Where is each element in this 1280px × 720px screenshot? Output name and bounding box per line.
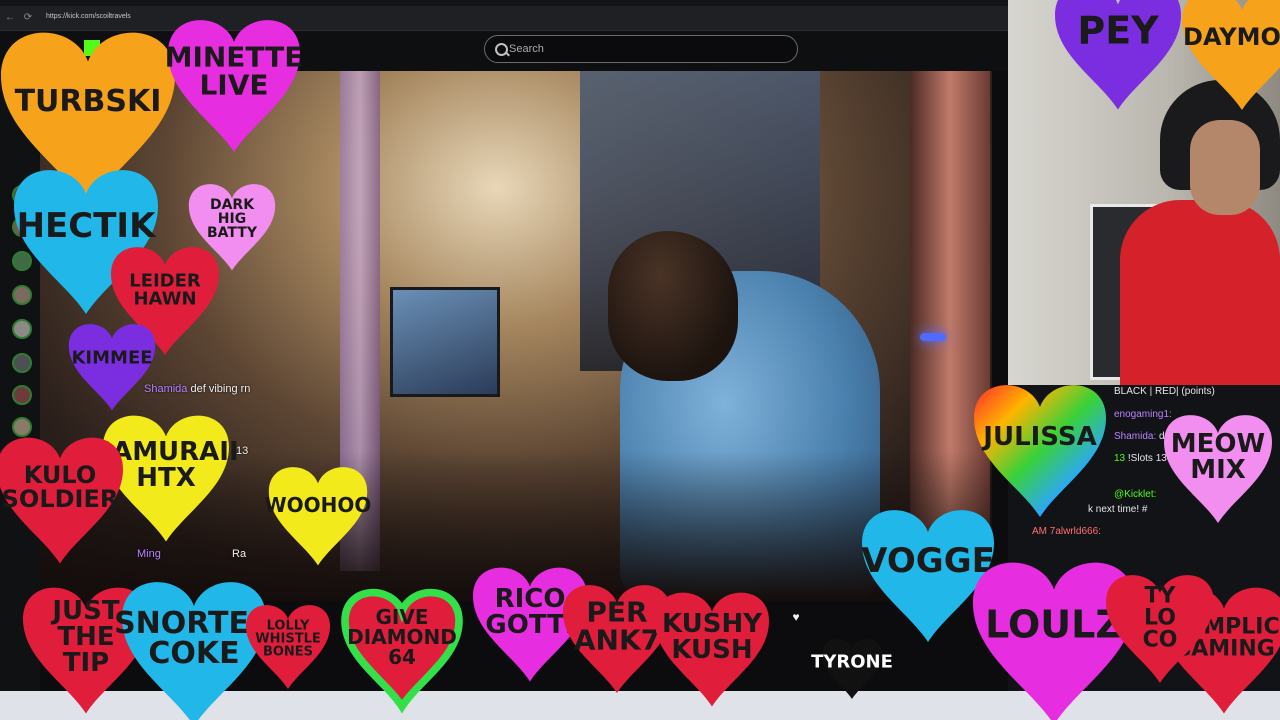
heart-shape	[822, 639, 882, 699]
webcam-face	[1190, 120, 1260, 215]
chat-panel: BLACK | RED| (points) enogaming1: Shamid…	[1008, 385, 1280, 701]
heart-shape	[246, 605, 330, 689]
address-bar[interactable]: https://kick.com/scoiltravels	[46, 10, 646, 24]
chat-message: k next time! #	[1088, 504, 1147, 515]
chat-text: def	[1156, 431, 1173, 442]
browser-toolbar: ← ⟳ https://kick.com/scoiltravels	[0, 0, 1008, 31]
channel-avatar[interactable]	[12, 185, 32, 205]
overlay-chat-line: Ra	[232, 548, 246, 560]
heart-kushy-kush: KUSHY KUSH	[655, 592, 769, 707]
heart-give-diamond-64: GIVE DIAMOND 64	[345, 593, 459, 707]
chat-message: Shamida: def	[1114, 431, 1173, 442]
channel-avatar[interactable]	[12, 319, 32, 339]
webcam-red-shirt	[1120, 200, 1280, 385]
search-placeholder: Search	[509, 43, 544, 55]
chat-message: enogaming1:	[1114, 409, 1172, 420]
channel-avatar[interactable]	[12, 217, 32, 237]
heart-label: TYRONE	[811, 652, 893, 673]
overlay-chat-text: Ra	[232, 548, 247, 560]
heart-shape	[655, 592, 769, 707]
video-floor-shadow	[40, 451, 992, 601]
heart-tyrone: TYRONE	[811, 639, 893, 699]
channel-avatar[interactable]	[12, 285, 32, 305]
chat-text: k next time! #	[1088, 504, 1148, 515]
heart-label: PER ANK7	[574, 596, 660, 657]
heart-icon[interactable]: ♥	[789, 610, 803, 624]
overlay-chat-line: 13	[236, 445, 248, 457]
chat-header: BLACK | RED| (points)	[1114, 386, 1215, 397]
back-button[interactable]: ←	[4, 12, 16, 24]
chat-message: @Kicklet:	[1114, 489, 1156, 500]
video-person-head	[608, 231, 738, 381]
chat-message: 13 !Slots 13	[1114, 453, 1167, 464]
channel-avatar[interactable]	[12, 251, 32, 271]
heart-per-ank7: PER ANK7	[563, 585, 671, 693]
search-icon	[495, 43, 508, 56]
channel-avatar[interactable]	[12, 417, 32, 437]
heart-label: LOLLY WHISTLE BONES	[255, 619, 320, 660]
os-taskbar	[0, 691, 1280, 720]
chat-username[interactable]: AM 7alwrld666:	[1032, 526, 1101, 537]
heart-label: KUSHY KUSH	[662, 609, 763, 665]
chat-username[interactable]: @Kicklet:	[1114, 489, 1156, 500]
browser-tab-strip	[0, 0, 1008, 6]
search-input[interactable]: Search	[484, 35, 798, 63]
followed-channels-sidebar	[0, 71, 40, 701]
heart-label: SNORTED COKE	[114, 606, 274, 671]
heart-shape	[345, 593, 459, 707]
chat-username[interactable]: 13	[1114, 453, 1125, 464]
channel-avatar[interactable]	[12, 353, 32, 373]
kick-logo-icon[interactable]	[84, 40, 100, 56]
heart-label: JUST THE TIP	[50, 596, 119, 678]
overlay-chat-line: Shamida def vibing rn	[144, 383, 250, 395]
heart-lolly-whistle-bones: LOLLY WHISTLE BONES	[246, 605, 330, 689]
video-tv-screen	[390, 287, 500, 397]
overlay-chat-line: Ming	[137, 548, 161, 560]
channel-avatar[interactable]	[12, 385, 32, 405]
chat-username[interactable]: Shamida:	[1114, 431, 1156, 442]
stream-video-player[interactable]	[40, 71, 992, 601]
chat-message: AM 7alwrld666:	[1032, 526, 1101, 537]
overlay-chat-user: Shamida	[144, 383, 188, 395]
overlay-chat-text: def vibing rn	[187, 383, 251, 395]
heart-label: GIVE DIAMOND 64	[347, 605, 457, 669]
heart-shape	[563, 585, 671, 693]
reload-button[interactable]: ⟳	[22, 12, 34, 24]
chat-username[interactable]: enogaming1:	[1114, 409, 1172, 420]
chat-text: !Slots 13	[1125, 453, 1167, 464]
overlay-chat-user: Ming	[137, 548, 161, 560]
video-blue-light	[920, 333, 946, 341]
overlay-chat-text: 13	[236, 445, 249, 457]
